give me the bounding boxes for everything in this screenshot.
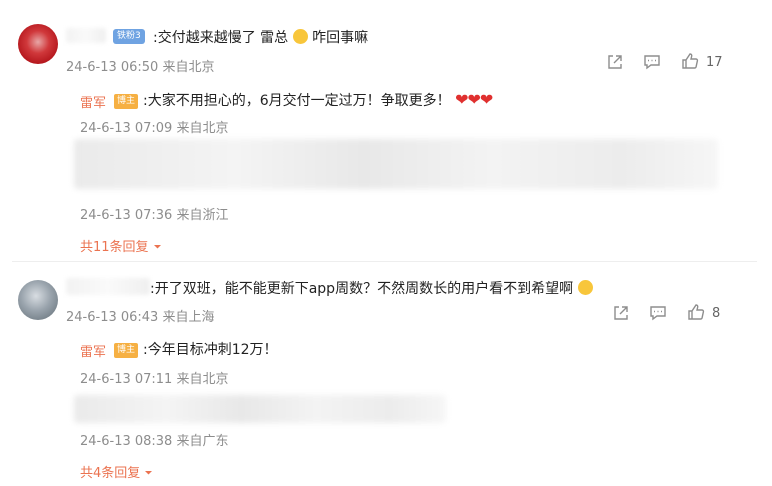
avatar[interactable]: [18, 280, 58, 320]
reply-author[interactable]: 雷军: [80, 92, 106, 111]
reply-text: :今年目标冲刺12万！: [143, 342, 278, 358]
blurred-reply: [74, 395, 446, 423]
grimace-emoji-icon: [292, 29, 308, 44]
more-replies-link[interactable]: 共11条回复: [80, 236, 162, 255]
like-count: 17: [706, 55, 723, 70]
comment-meta: 24-6-13 06:43 来自上海: [66, 310, 215, 325]
fan-badge: 铁粉3: [113, 29, 145, 44]
like-count: 8: [712, 306, 721, 321]
owner-badge: 博主: [114, 94, 139, 109]
blurred-username[interactable]: [66, 28, 106, 43]
reply-meta: 24-6-13 08:38 来自广东: [80, 434, 229, 449]
like-icon[interactable]: [681, 52, 699, 74]
chevron-down-icon: [153, 245, 161, 249]
reply-meta: 24-6-13 07:09 来自北京: [80, 121, 229, 136]
divider: [12, 261, 757, 262]
chevron-down-icon: [145, 471, 153, 475]
blurred-reply: [74, 139, 718, 189]
avatar[interactable]: [18, 24, 58, 64]
sad-emoji-icon: [577, 280, 593, 295]
comment-icon[interactable]: [649, 304, 667, 326]
more-replies-link[interactable]: 共4条回复: [80, 462, 153, 481]
reply-meta: 24-6-13 07:36 来自浙江: [80, 208, 229, 223]
comment-text: :开了双班，能不能更新下app周数？不然周数长的用户看不到希望啊: [150, 278, 593, 298]
blurred-username[interactable]: [66, 278, 150, 295]
comment-text: :交付越来越慢了 雷总 咋回事嘛: [153, 29, 369, 46]
share-icon[interactable]: [612, 304, 630, 326]
reply-meta: 24-6-13 07:11 来自北京: [80, 372, 229, 387]
like-icon[interactable]: [687, 303, 705, 325]
owner-badge: 博主: [114, 343, 139, 358]
reply-author[interactable]: 雷军: [80, 341, 106, 360]
share-icon[interactable]: [606, 53, 624, 75]
comment-icon[interactable]: [643, 53, 661, 75]
heart-icons: ❤❤❤: [455, 90, 493, 109]
reply-text: :大家不用担心的，6月交付一定过万！争取更多！ ❤❤❤: [143, 90, 493, 109]
comment-meta: 24-6-13 06:50 来自北京: [66, 60, 215, 75]
